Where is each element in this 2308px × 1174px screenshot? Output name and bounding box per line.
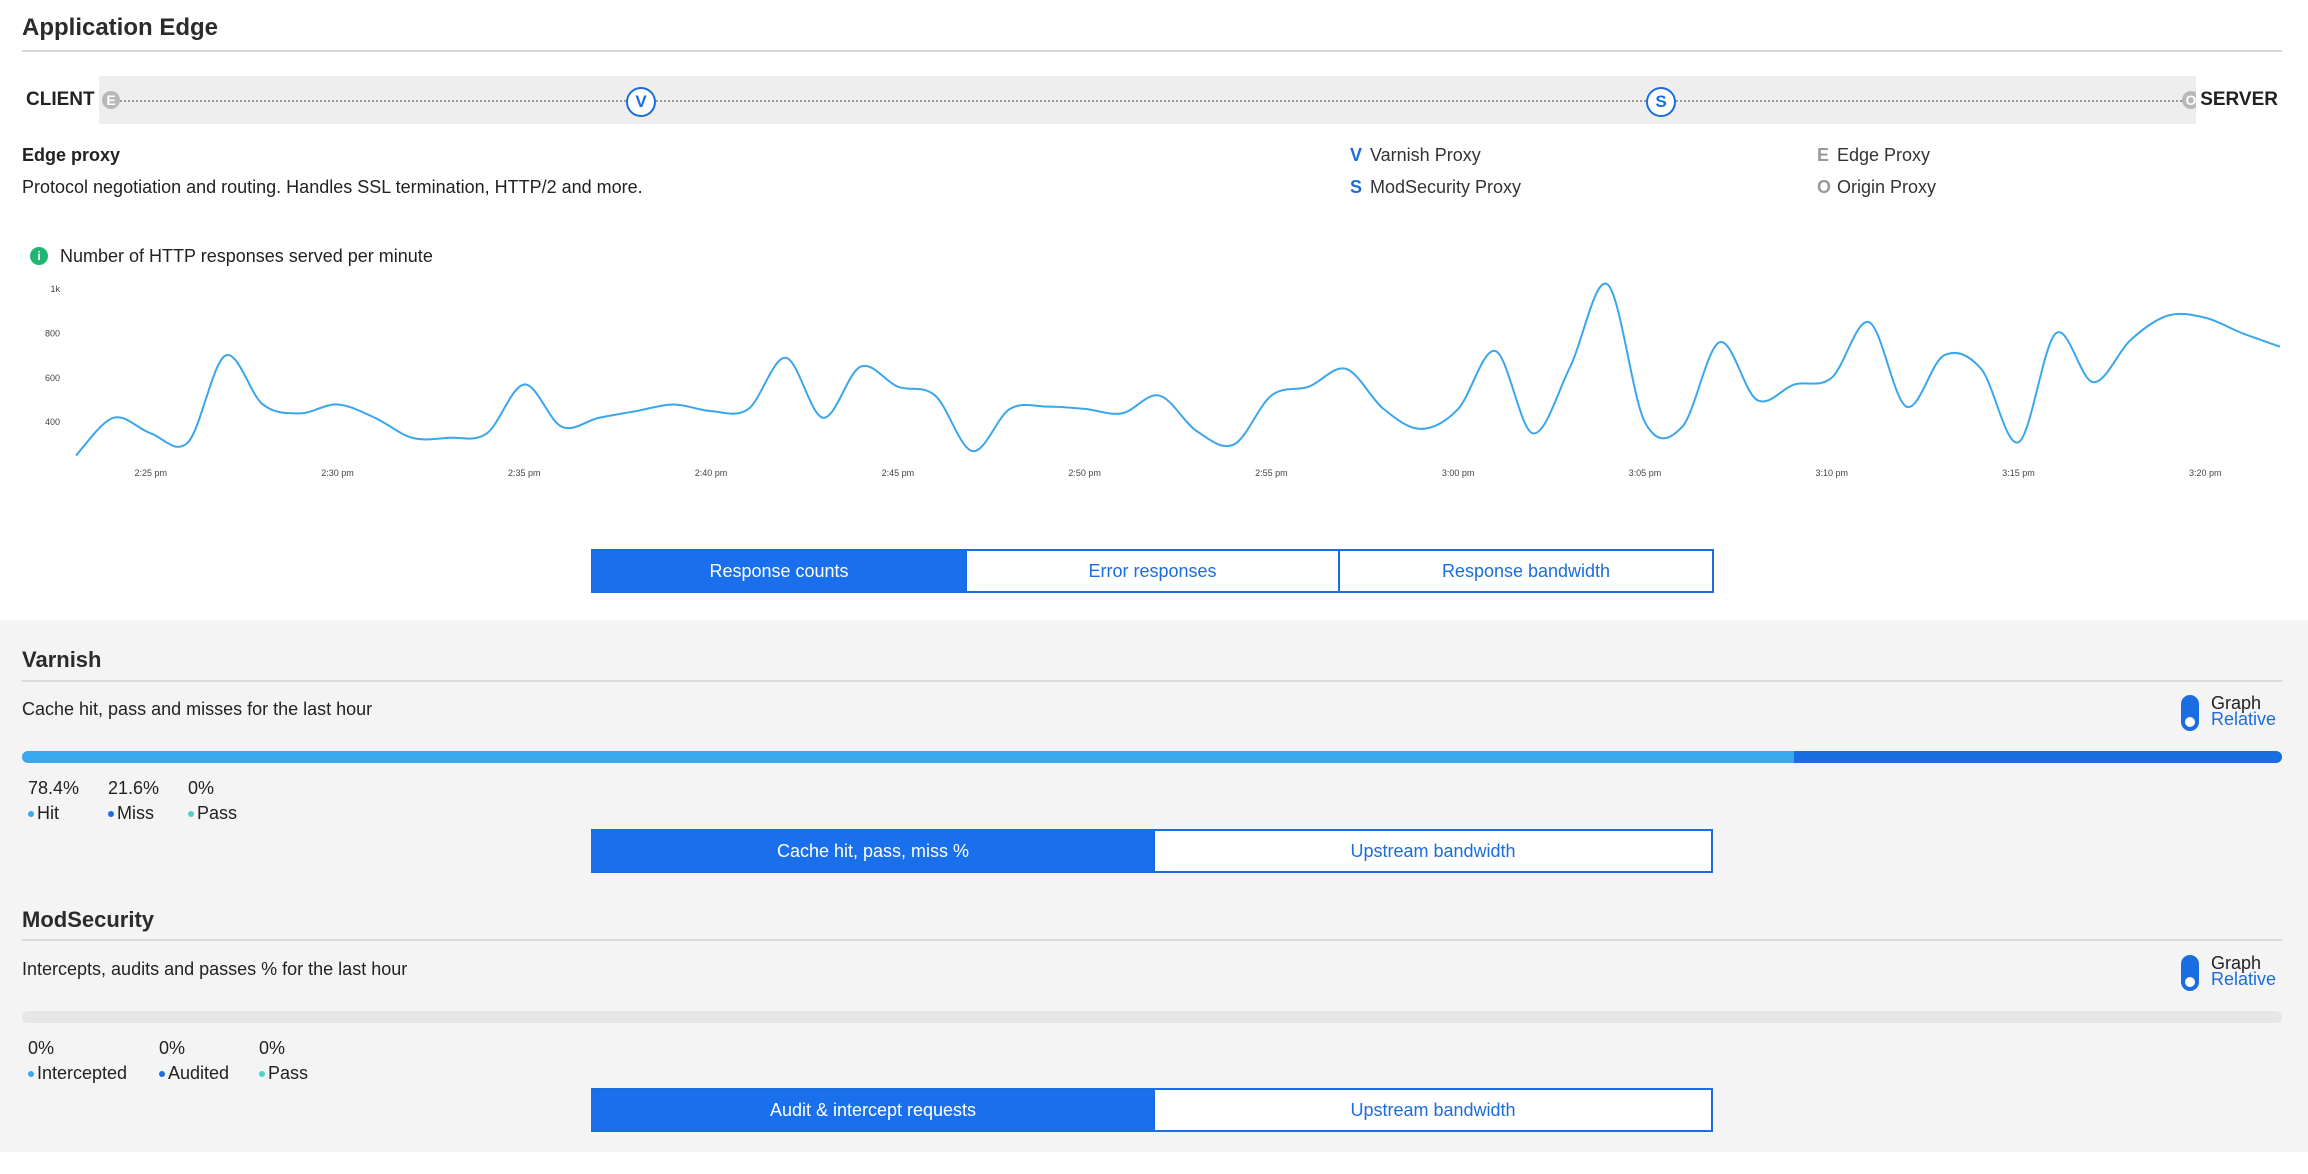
- pass-dot-icon: [188, 811, 194, 818]
- y-tick-label: 600: [45, 373, 60, 383]
- legend-item-varnish: V Varnish Proxy: [1350, 145, 1481, 166]
- x-tick-label: 3:15 pm: [2002, 468, 2035, 478]
- response-metric-tabs: Response counts Error responses Response…: [591, 549, 1714, 593]
- tab-audit-intercept-requests[interactable]: Audit & intercept requests: [593, 1090, 1155, 1130]
- modsecurity-bar: [22, 1011, 2282, 1023]
- modsecurity-divider: [22, 939, 2282, 941]
- component-description: Protocol negotiation and routing. Handle…: [22, 177, 643, 197]
- component-title: Edge proxy: [22, 145, 121, 165]
- legend-item-modsecurity: S ModSecurity Proxy: [1350, 177, 1521, 198]
- x-tick-label: 3:05 pm: [1629, 468, 1662, 478]
- stat-name: Audited: [168, 1063, 230, 1083]
- pass-dot-icon: [259, 1071, 265, 1078]
- stat-value: 0%: [28, 1038, 55, 1058]
- pipeline-dotted-line: [108, 100, 2198, 102]
- toggle-knob: [2185, 977, 2195, 987]
- audited-dot-icon: [159, 1071, 165, 1078]
- x-tick-label: 2:55 pm: [1255, 468, 1288, 478]
- pipeline-server-label: SERVER: [2196, 76, 2282, 124]
- varnish-section-title: Varnish: [22, 647, 102, 672]
- bar-segment-1: [1793, 751, 2282, 763]
- pipeline-client-label: CLIENT: [22, 76, 99, 124]
- modsecurity-stat-audited: 0% Audited: [159, 1038, 229, 1084]
- modsecurity-section-title: ModSecurity: [22, 907, 155, 932]
- tab-modsecurity-upstream-bandwidth[interactable]: Upstream bandwidth: [1155, 1090, 1711, 1130]
- stat-value: 0%: [159, 1038, 186, 1058]
- varnish-stat-miss: 21.6% Miss: [108, 778, 159, 824]
- tab-varnish-upstream-bandwidth[interactable]: Upstream bandwidth: [1155, 831, 1711, 871]
- legend-label-edge: Edge Proxy: [1837, 145, 1931, 165]
- stat-value: 0%: [259, 1038, 286, 1058]
- x-tick-label: 3:10 pm: [1815, 468, 1848, 478]
- responses-line-chart: 1k 800 600 400 2:25 pm 2:30 pm 2:35 pm 2:40 pm 2…: [45, 282, 2281, 478]
- toggle-label-relative[interactable]: Relative: [2211, 709, 2276, 730]
- modsecurity-metric-tabs: Audit & intercept requests Upstream band…: [591, 1088, 1713, 1132]
- stat-name: Pass: [197, 803, 238, 823]
- tab-response-counts[interactable]: Response counts: [593, 551, 967, 591]
- x-tick-label: 2:45 pm: [882, 468, 915, 478]
- x-tick-label: 3:00 pm: [1442, 468, 1475, 478]
- stat-name: Hit: [37, 803, 59, 823]
- bar-segment-0: [22, 751, 1794, 763]
- legend-key-modsecurity: S: [1350, 177, 1363, 197]
- varnish-stat-pass: 0% Pass: [188, 778, 237, 824]
- pipeline-node-varnish[interactable]: V: [626, 87, 656, 117]
- x-tick-label: 2:25 pm: [134, 468, 167, 478]
- title-divider: [22, 50, 2282, 52]
- legend-item-origin: O Origin Proxy: [1817, 177, 1936, 198]
- legend-key-varnish: V: [1350, 145, 1363, 165]
- tab-error-responses[interactable]: Error responses: [967, 551, 1340, 591]
- legend-label-origin: Origin Proxy: [1837, 177, 1937, 197]
- pipeline-node-edge[interactable]: E: [102, 91, 120, 109]
- x-tick-label: 2:35 pm: [508, 468, 541, 478]
- varnish-metric-tabs: Cache hit, pass, miss % Upstream bandwid…: [591, 829, 1713, 873]
- x-tick-label: 2:30 pm: [321, 468, 354, 478]
- tab-response-bandwidth[interactable]: Response bandwidth: [1340, 551, 1712, 591]
- y-tick-label: 1k: [50, 284, 60, 294]
- stat-value: 78.4%: [28, 778, 80, 798]
- modsecurity-stat-pass: 0% Pass: [259, 1038, 308, 1084]
- modsecurity-stat-intercepted: 0% Intercepted: [28, 1038, 127, 1084]
- x-tick-label: 3:20 pm: [2189, 468, 2222, 478]
- modsecurity-description: Intercepts, audits and passes % for the …: [22, 959, 408, 979]
- x-tick-label: 2:50 pm: [1068, 468, 1101, 478]
- legend-label-modsecurity: ModSecurity Proxy: [1370, 177, 1522, 197]
- intercepted-dot-icon: [28, 1071, 34, 1078]
- pipeline-bar: CLIENT E V S O SERVER: [22, 76, 2282, 124]
- y-tick-label: 800: [45, 328, 60, 338]
- stat-value: 21.6%: [108, 778, 160, 798]
- info-icon[interactable]: i: [30, 247, 48, 265]
- varnish-cache-bar: [22, 751, 2282, 763]
- stat-name: Miss: [117, 803, 154, 823]
- varnish-stat-hit: 78.4% Hit: [28, 778, 79, 824]
- pipeline-node-modsecurity[interactable]: S: [1646, 87, 1676, 117]
- responses-series-line: [75, 282, 2281, 457]
- legend-key-origin: O: [1817, 177, 1832, 197]
- y-tick-label: 400: [45, 417, 60, 427]
- varnish-description: Cache hit, pass and misses for the last …: [22, 699, 373, 719]
- page-title: Application Edge: [22, 14, 219, 41]
- stat-name: Intercepted: [37, 1063, 128, 1083]
- legend-key-edge: E: [1817, 145, 1830, 165]
- x-tick-label: 2:40 pm: [695, 468, 728, 478]
- toggle-switch[interactable]: [2181, 695, 2199, 731]
- toggle-knob: [2185, 717, 2195, 727]
- legend-label-varnish: Varnish Proxy: [1370, 145, 1481, 165]
- varnish-divider: [22, 680, 2282, 682]
- stat-name: Pass: [268, 1063, 309, 1083]
- stat-value: 0%: [188, 778, 215, 798]
- toggle-label-relative[interactable]: Relative: [2211, 969, 2276, 990]
- application-edge-page: Application Edge CLIENT E V S O SERVER E…: [0, 0, 2308, 1174]
- chart-title: Number of HTTP responses served per minu…: [60, 246, 433, 266]
- miss-dot-icon: [108, 811, 114, 818]
- tab-cache-hit-pass-miss[interactable]: Cache hit, pass, miss %: [593, 831, 1155, 871]
- toggle-switch[interactable]: [2181, 955, 2199, 991]
- hit-dot-icon: [28, 811, 34, 818]
- legend-item-edge: E Edge Proxy: [1817, 145, 1930, 166]
